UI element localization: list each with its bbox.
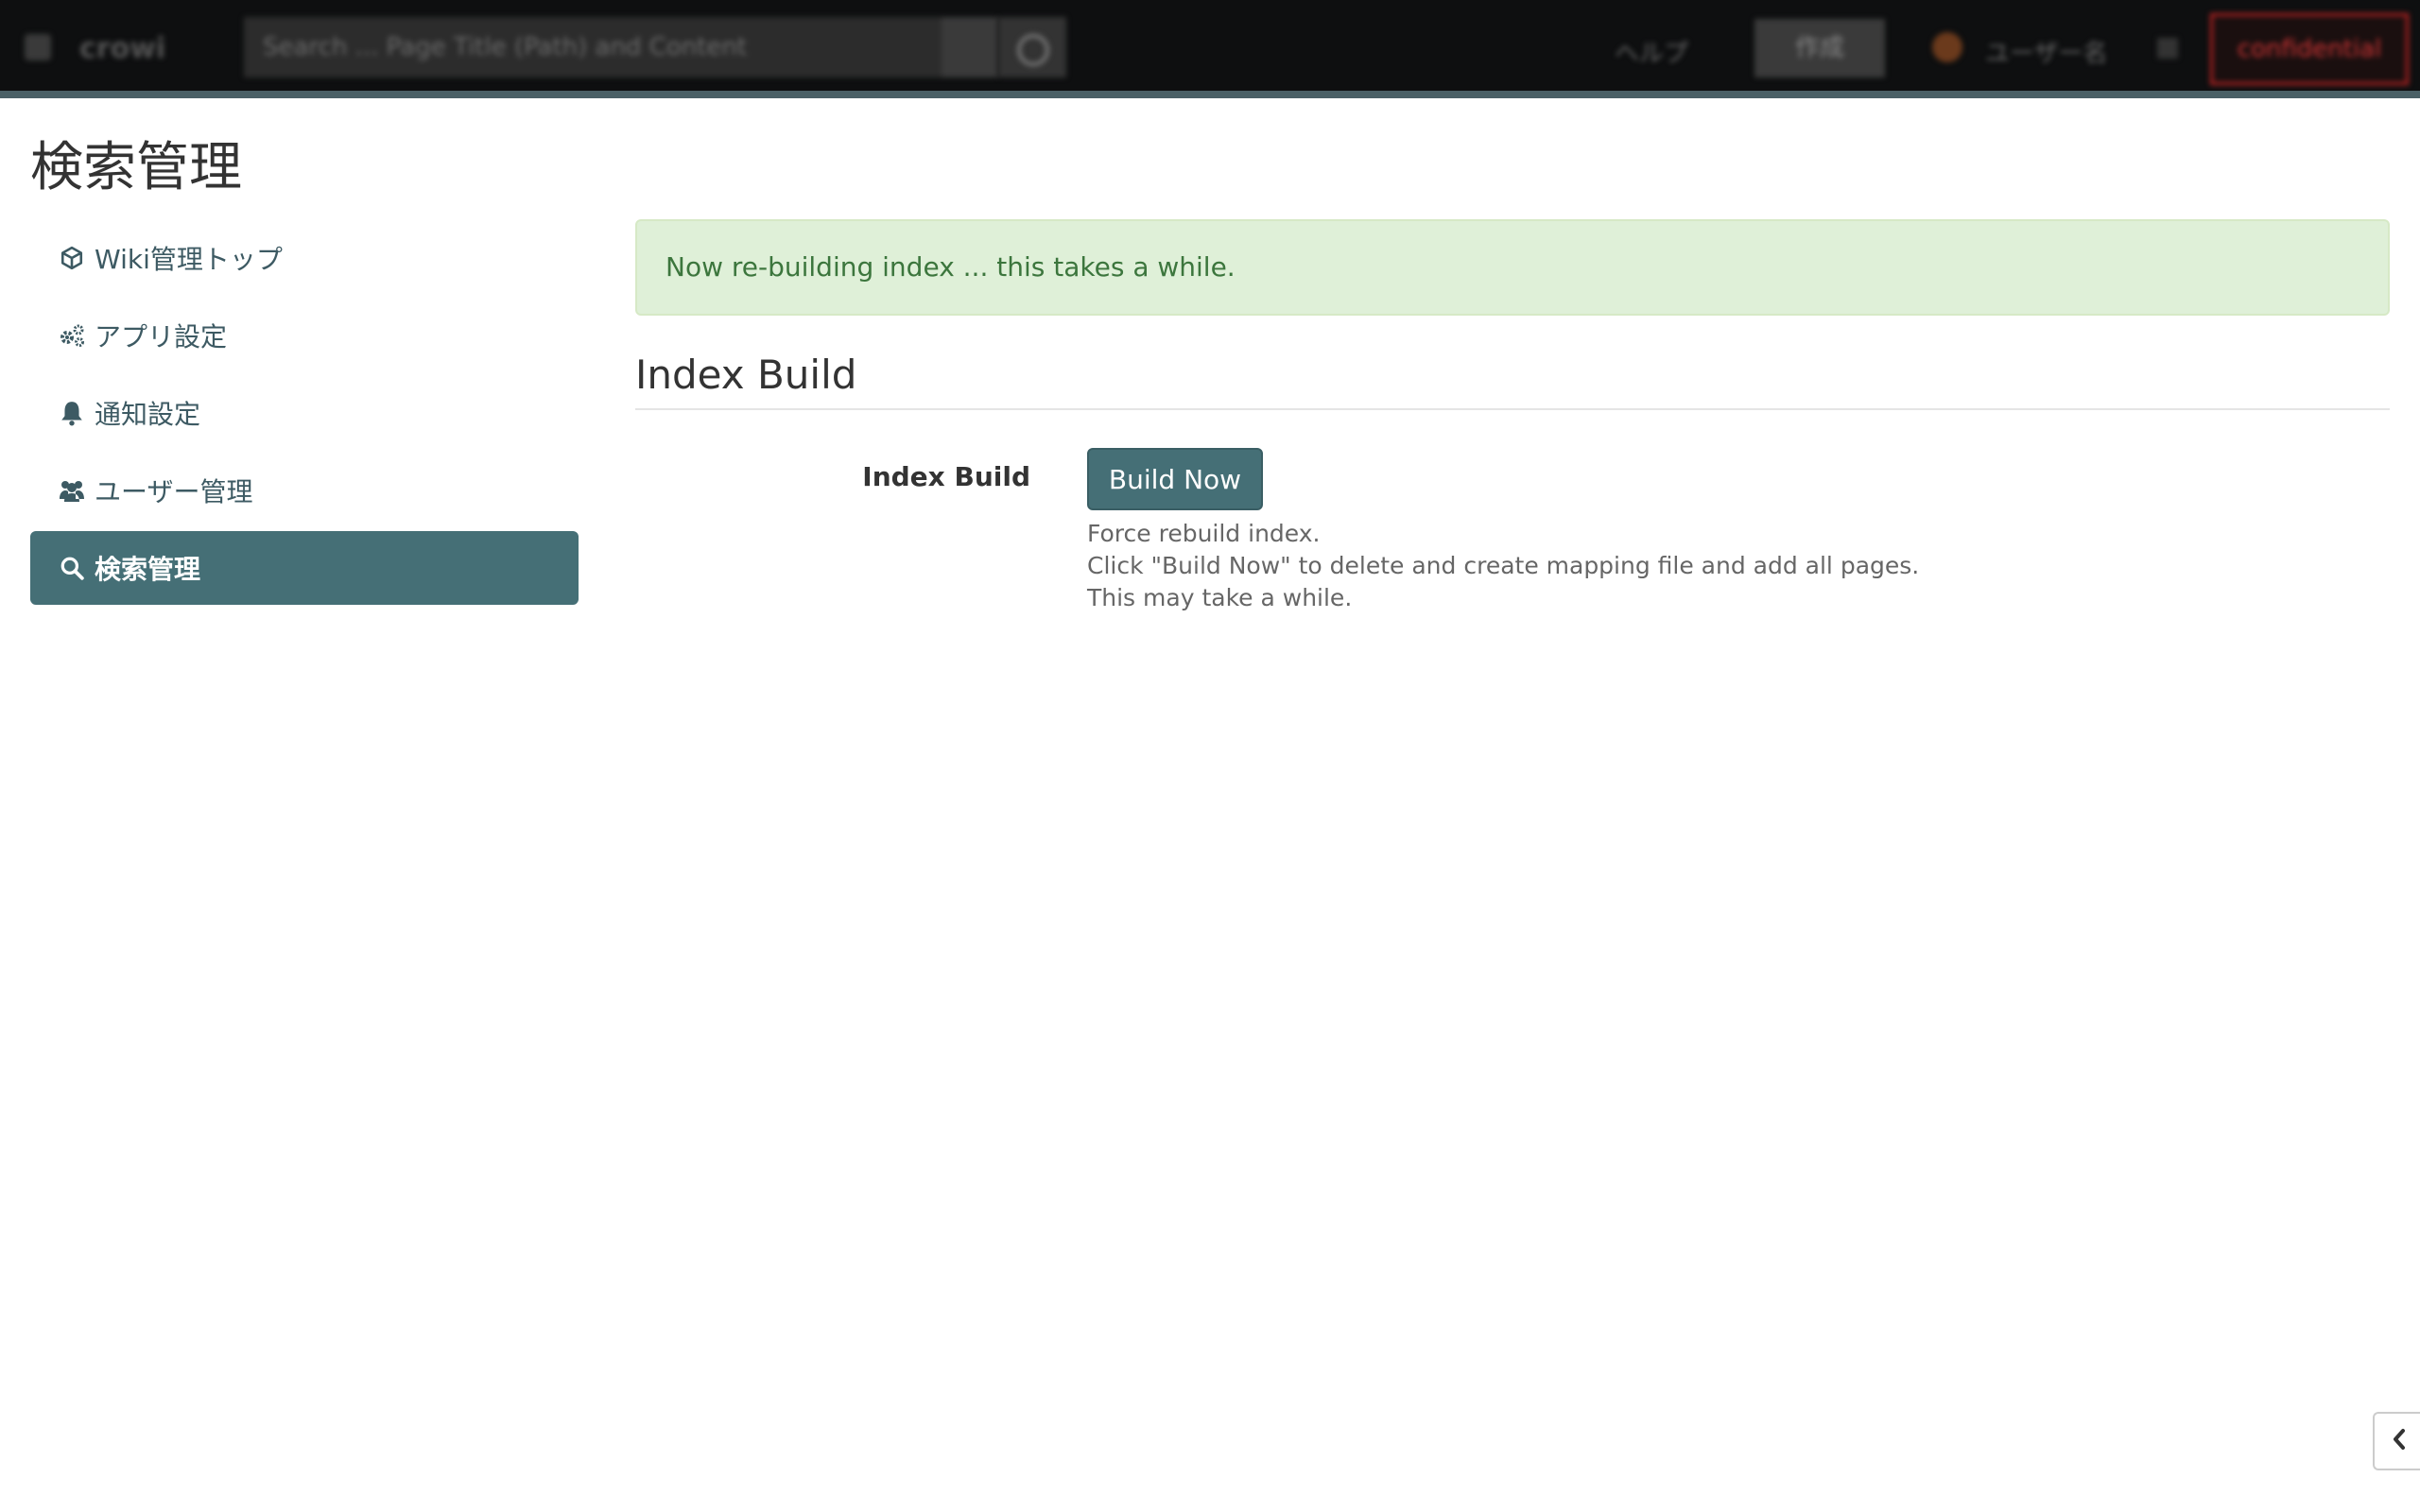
avatar[interactable]: [1932, 32, 1962, 62]
help-line: Click "Build Now" to delete and create m…: [1087, 552, 1920, 579]
field-label: Index Build: [862, 461, 1030, 492]
side-panel-toggle[interactable]: [2373, 1412, 2420, 1470]
sidebar-item-label: Wiki管理トップ: [95, 244, 283, 275]
sidebar-item-notification[interactable]: 通知設定: [30, 376, 579, 450]
help-line: Force rebuild index.: [1087, 520, 1321, 547]
success-alert: Now re-building index ... this takes a w…: [635, 219, 2390, 316]
section-divider: [635, 408, 2390, 410]
confidential-badge: confidential: [2210, 13, 2409, 85]
admin-sidebar: Wiki管理トップ アプリ設定 通知設定 ユーザー管理 検索管理: [30, 221, 579, 609]
chevron-left-icon: [2391, 1428, 2408, 1454]
help-link[interactable]: ヘルプ: [1615, 34, 1688, 69]
help-line: This may take a while.: [1087, 584, 1353, 611]
cube-icon: [57, 243, 87, 273]
top-navbar: crowi Search ... Page Title (Path) and C…: [0, 0, 2420, 98]
search-icon: [57, 553, 87, 583]
sidebar-item-label: 検索管理: [95, 554, 201, 585]
sidebar-item-label: アプリ設定: [95, 321, 228, 352]
brand-name[interactable]: crowi: [79, 32, 165, 65]
sidebar-item-users[interactable]: ユーザー管理: [30, 454, 579, 527]
gears-icon: [57, 320, 87, 351]
build-now-button[interactable]: Build Now: [1087, 448, 1263, 510]
help-text: Force rebuild index. Click "Build Now" t…: [1087, 518, 1919, 614]
page-title: 検索管理: [30, 137, 242, 198]
user-menu[interactable]: ユーザー名: [1985, 34, 2107, 69]
sidebar-item-label: 通知設定: [95, 399, 201, 430]
search-icon: [1017, 34, 1049, 66]
sidebar-item-label: ユーザー管理: [95, 476, 253, 507]
bell-icon: [57, 398, 87, 428]
logo-icon[interactable]: [25, 34, 51, 60]
sidebar-item-search[interactable]: 検索管理: [30, 531, 579, 605]
sidebar-item-app-settings[interactable]: アプリ設定: [30, 299, 579, 372]
section-title: Index Build: [635, 352, 857, 398]
menu-icon[interactable]: [2157, 38, 2178, 59]
search-input[interactable]: Search ... Page Title (Path) and Content: [244, 17, 998, 77]
users-icon: [57, 475, 87, 506]
sidebar-item-wiki-top[interactable]: Wiki管理トップ: [30, 221, 579, 295]
create-button[interactable]: 作成: [1754, 19, 1885, 77]
